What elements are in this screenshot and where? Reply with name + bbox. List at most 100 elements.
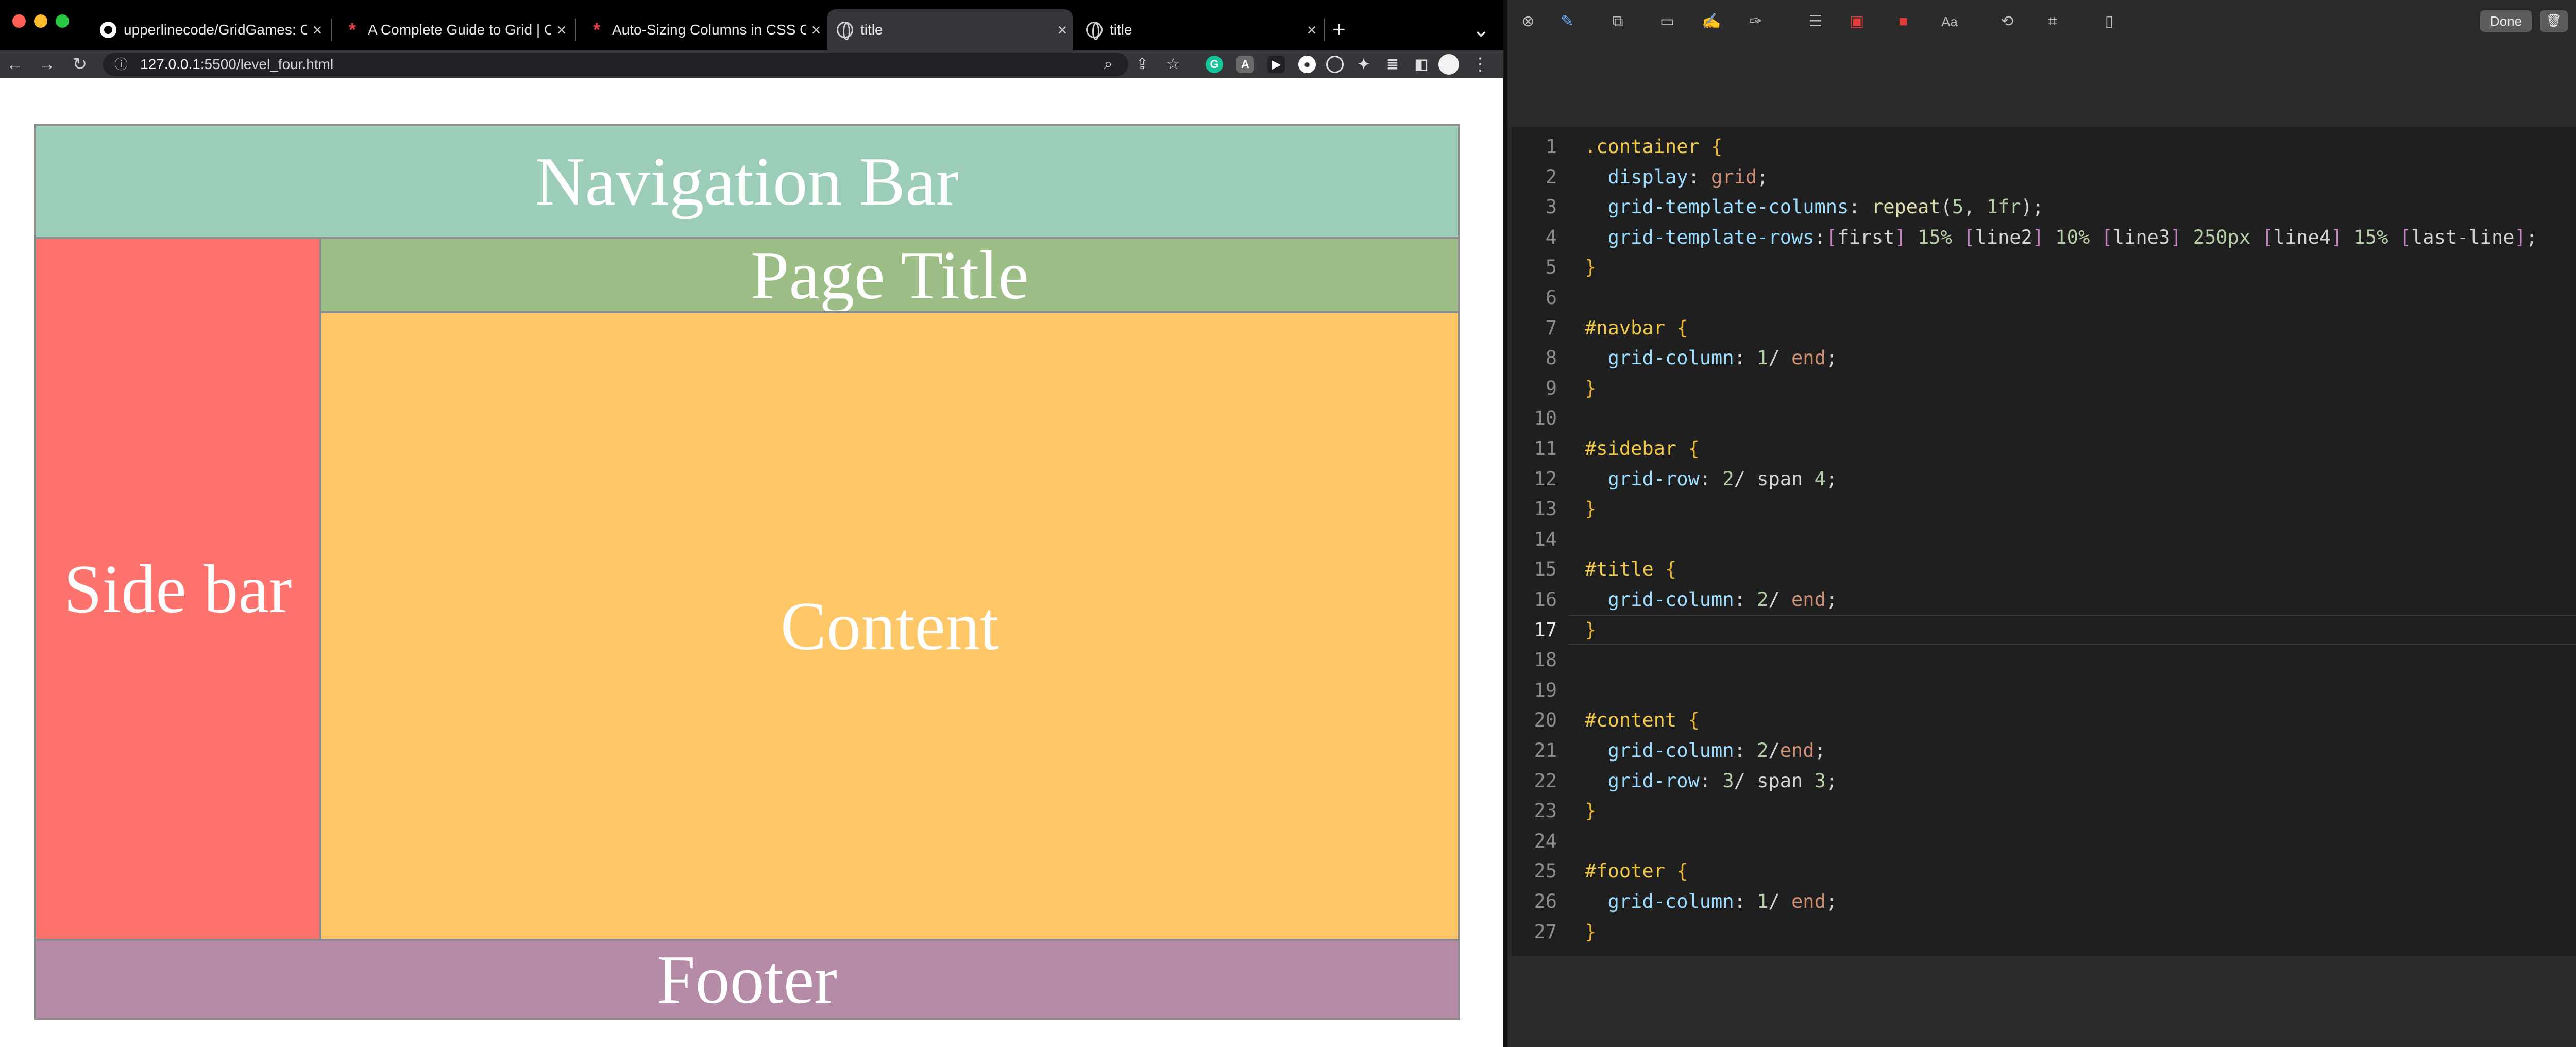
code-line[interactable]: #sidebar { (1585, 434, 1700, 464)
code-line[interactable]: grid-template-rows:[first] 15% [line2] 1… (1585, 223, 2538, 253)
line-number: 15 (1534, 558, 1557, 581)
code-token: / (1768, 347, 1792, 369)
new-tab-button[interactable]: + (1328, 9, 1356, 50)
globe-extension-icon[interactable] (1326, 56, 1344, 73)
code-line[interactable]: grid-column: 2/end; (1585, 736, 1826, 766)
side-panel-icon[interactable]: ◧ (1413, 56, 1430, 73)
translate-extension-icon[interactable]: A (1236, 56, 1254, 73)
play-extension-icon[interactable]: ▶ (1267, 56, 1285, 73)
device-icon[interactable]: ▯ (2099, 11, 2120, 32)
code-token: #title (1585, 558, 1654, 581)
forward-button[interactable]: → (36, 54, 58, 75)
border-color-icon[interactable]: ▣ (1846, 11, 1867, 32)
code-line[interactable]: #title { (1585, 554, 1676, 585)
done-button[interactable]: Done (2480, 10, 2532, 32)
share-icon[interactable]: ⇪ (1132, 55, 1152, 74)
tab-title-active[interactable]: title × (827, 9, 1073, 50)
code-line[interactable]: #content { (1585, 705, 1700, 736)
code-line[interactable]: } (1585, 796, 1596, 826)
code-line[interactable]: } (1585, 917, 1596, 948)
line-number: 2 (1545, 165, 1557, 188)
tab-grid-guide[interactable]: * A Complete Guide to Grid | CS × (335, 9, 572, 50)
code-token: line3 (2112, 226, 2171, 248)
trash-icon[interactable]: 🗑 (2540, 10, 2568, 32)
code-token: 10% (2055, 226, 2090, 248)
reading-list-icon[interactable]: ≣ (1384, 56, 1401, 73)
code-token: 250px (2193, 226, 2251, 248)
code-line[interactable]: grid-column: 1/ end; (1585, 343, 1838, 374)
close-icon[interactable]: × (551, 21, 572, 40)
bookmark-star-icon[interactable]: ☆ (1163, 55, 1183, 74)
tab-gridgames[interactable]: upperlinecode/GridGames: CS × (91, 9, 328, 50)
code-line[interactable]: grid-column: 2/ end; (1585, 585, 1838, 615)
textbox-icon[interactable]: ▭ (1657, 11, 1677, 32)
reload-button[interactable]: ↻ (69, 54, 91, 75)
code-line[interactable]: #footer { (1585, 856, 1688, 887)
code-token: grid-template-rows (1607, 226, 1815, 248)
sidebar-label: Side bar (63, 551, 292, 627)
back-button[interactable]: ← (4, 54, 26, 75)
address-bar[interactable]: ⓘ 127.0.0.1:5500/level_four.html ⌕ (103, 53, 1128, 76)
code-line[interactable]: #navbar { (1585, 313, 1688, 344)
close-icon[interactable]: × (1301, 21, 1322, 40)
code-token: : (1849, 196, 1872, 218)
code-token: } (1585, 377, 1597, 399)
minimize-window-button[interactable] (34, 14, 47, 28)
tab-auto-sizing[interactable]: * Auto-Sizing Columns in CSS G × (579, 9, 826, 50)
browser-menu-icon[interactable]: ⋮ (1469, 54, 1491, 75)
code-token: [ (1963, 226, 1975, 248)
highlight-icon[interactable]: ✑ (1745, 11, 1766, 32)
vpn-extension-icon[interactable]: ● (1298, 56, 1316, 73)
code-token: { (1653, 558, 1677, 581)
code-token: ( (1940, 196, 1952, 218)
line-number: 25 (1534, 860, 1557, 883)
close-window-button[interactable] (12, 14, 26, 28)
line-style-icon[interactable]: ☰ (1805, 11, 1826, 32)
code-line[interactable]: } (1585, 252, 1596, 283)
markup-toolbar: ⊗ ✎ ⧉ ▭ ✍ ✑ ☰ ▣ ■ Aa ⟲ ⌗ ▯ Done 🗑 ⇪ (1507, 0, 2576, 44)
code-line[interactable]: } (1585, 615, 1596, 646)
close-icon[interactable]: × (1052, 21, 1073, 40)
text-style-icon[interactable]: Aa (1939, 11, 1960, 32)
sketch-pen-icon[interactable]: ✎ (1557, 11, 1578, 32)
fill-color-icon[interactable]: ■ (1893, 11, 1913, 32)
code-line[interactable]: grid-row: 2/ span 4; (1585, 464, 1838, 495)
url-text: 127.0.0.1:5500/level_four.html (140, 53, 333, 76)
sign-icon[interactable]: ✍ (1701, 11, 1722, 32)
footer-label: Footer (657, 941, 837, 1018)
code-line[interactable]: .container { (1585, 132, 1722, 162)
zoom-icon[interactable]: ⌕ (1098, 55, 1118, 74)
close-circle-icon[interactable]: ⊗ (1518, 11, 1538, 32)
profile-avatar[interactable] (1438, 54, 1459, 75)
code-line[interactable]: grid-column: 1/ end; (1585, 887, 1838, 917)
info-icon[interactable]: ⓘ (111, 55, 131, 74)
code-token: #footer (1585, 860, 1665, 883)
code-token: grid-column (1607, 588, 1734, 611)
code-token: grid-row (1607, 769, 1700, 792)
tab-title[interactable]: title × (1077, 9, 1322, 50)
code-token: 2 (1757, 739, 1769, 762)
crop-icon[interactable]: ⌗ (2042, 11, 2063, 32)
code-view[interactable]: 1 2 3 4 5 6 7 8 9 10 11 12 13 14 15 16 17 18 19 20 21 22 23 24 2… (1512, 127, 2576, 956)
code-line[interactable]: display: grid; (1585, 162, 1769, 193)
zoom-window-button[interactable] (56, 14, 69, 28)
line-number: 24 (1534, 830, 1557, 852)
code-line[interactable]: grid-row: 3/ span 3; (1585, 766, 1838, 797)
code-line[interactable]: } (1585, 494, 1596, 525)
close-icon[interactable]: × (307, 21, 328, 40)
shapes-icon[interactable]: ⧉ (1607, 11, 1628, 32)
close-icon[interactable]: × (806, 21, 826, 40)
code-line[interactable]: grid-template-columns: repeat(5, 1fr); (1585, 192, 2044, 223)
code-line[interactable]: } (1585, 374, 1596, 404)
extensions-puzzle-icon[interactable]: ✦ (1355, 56, 1372, 73)
rotate-icon[interactable]: ⟲ (1997, 11, 2018, 32)
grammarly-icon[interactable]: G (1206, 56, 1223, 73)
tab-list-button[interactable]: ⌄ (1466, 9, 1494, 50)
code-token: line2 (1975, 226, 2032, 248)
code-token: { (1665, 860, 1688, 883)
line-number: 22 (1534, 769, 1557, 792)
code-token: #content (1585, 709, 1677, 732)
